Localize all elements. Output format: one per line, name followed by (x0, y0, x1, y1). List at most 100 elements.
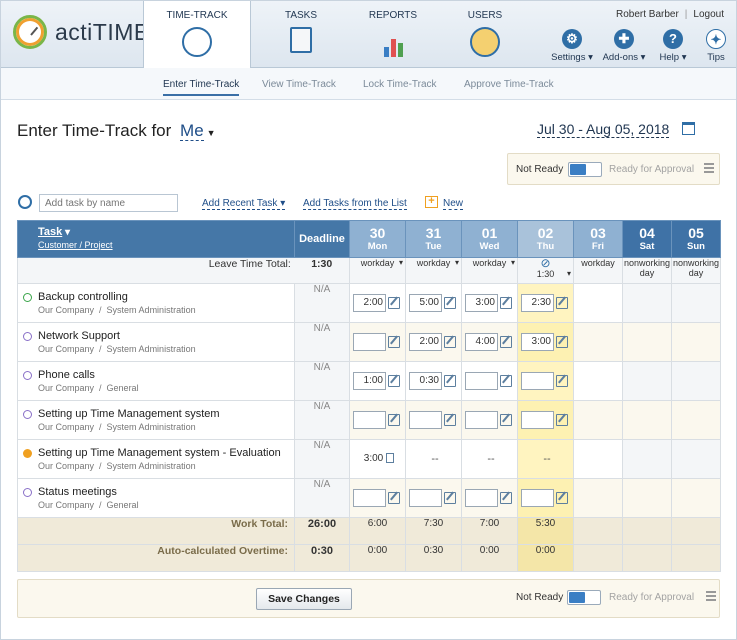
time-cell-empty (573, 322, 623, 362)
edit-comment-icon[interactable] (556, 492, 568, 504)
tab-reports[interactable]: REPORTS (353, 1, 433, 68)
project-sort-link[interactable]: Project (85, 240, 113, 250)
task-cell[interactable]: Backup controlling Our Company / System A… (17, 283, 295, 323)
deadline-cell: N/A (294, 283, 350, 323)
edit-comment-icon[interactable] (556, 414, 568, 426)
time-input[interactable] (409, 411, 442, 429)
edit-comment-icon[interactable] (444, 297, 456, 309)
tips-button[interactable]: ✦ Tips (694, 29, 737, 63)
user-name[interactable]: Robert Barber (616, 9, 679, 20)
add-ons-menu[interactable]: ✚ Add-ons ▾ (602, 29, 646, 63)
edit-comment-icon[interactable] (444, 414, 456, 426)
time-input[interactable] (353, 333, 386, 351)
tab-users[interactable]: USERS (445, 1, 525, 68)
time-input[interactable]: 2:30 (521, 294, 554, 312)
task-cell[interactable]: Setting up Time Management system Our Com… (17, 400, 295, 440)
calendar-icon[interactable] (682, 122, 695, 135)
edit-comment-icon[interactable] (444, 375, 456, 387)
help-menu[interactable]: ? Help ▾ (651, 29, 695, 63)
edit-comment-icon[interactable] (556, 297, 568, 309)
time-input[interactable] (521, 372, 554, 390)
edit-comment-icon[interactable] (388, 414, 400, 426)
task-name[interactable]: Phone calls (38, 369, 294, 381)
time-input[interactable]: 2:00 (353, 294, 386, 312)
edit-comment-icon[interactable] (388, 375, 400, 387)
task-name[interactable]: Backup controlling (38, 291, 294, 303)
overtime-day: 0:00 (461, 544, 518, 572)
task-column-header[interactable]: Task ▾ Customer / Project (17, 220, 295, 258)
time-input[interactable]: 3:00 (521, 333, 554, 351)
tab-tasks[interactable]: TASKS (261, 1, 341, 68)
subnav-enter-time-track[interactable]: Enter Time-Track (163, 79, 240, 96)
edit-comment-icon[interactable] (444, 336, 456, 348)
add-recent-task-link[interactable]: Add Recent Task ▾ (202, 198, 286, 210)
approval-toggle[interactable] (568, 162, 602, 177)
new-task-link[interactable]: New (443, 198, 464, 210)
comment-icon[interactable] (386, 453, 395, 464)
task-header-label[interactable]: Task (38, 226, 62, 238)
puzzle-icon: ✚ (614, 29, 634, 49)
time-input[interactable] (465, 372, 498, 390)
leave-type-select[interactable]: workday (405, 257, 462, 284)
time-cell-weekend (622, 361, 672, 401)
task-cell[interactable]: Network Support Our Company / System Admi… (17, 322, 295, 362)
task-customer-project: Our Company / System Administration (38, 422, 196, 432)
date-range-selector[interactable]: Jul 30 - Aug 05, 2018 (537, 121, 670, 138)
edit-comment-icon[interactable] (500, 492, 512, 504)
task-name[interactable]: Setting up Time Management system - Eval… (38, 447, 294, 459)
time-input[interactable] (465, 489, 498, 507)
new-task-icon[interactable]: + (425, 196, 438, 208)
time-input[interactable] (409, 489, 442, 507)
approval-toggle[interactable] (567, 590, 601, 605)
overtime-day: 0:00 (517, 544, 574, 572)
time-input[interactable]: 0:30 (409, 372, 442, 390)
edit-comment-icon[interactable] (500, 336, 512, 348)
edit-comment-icon[interactable] (388, 297, 400, 309)
task-name[interactable]: Setting up Time Management system (38, 408, 294, 420)
edit-comment-icon[interactable] (444, 492, 456, 504)
leave-type-select[interactable]: ⊘ 1:30 (517, 256, 574, 284)
edit-comment-icon[interactable] (556, 336, 568, 348)
time-input[interactable]: 1:00 (353, 372, 386, 390)
task-cell[interactable]: Status meetings Our Company / General (17, 478, 295, 518)
user-selector[interactable]: Me (180, 121, 204, 141)
time-input[interactable] (465, 411, 498, 429)
menu-icon[interactable] (704, 163, 714, 173)
time-input[interactable]: 4:00 (465, 333, 498, 351)
edit-comment-icon[interactable] (500, 297, 512, 309)
time-input[interactable]: 2:00 (409, 333, 442, 351)
edit-comment-icon[interactable] (556, 375, 568, 387)
help-icon: ? (663, 29, 683, 49)
app-logo[interactable]: actiTIME (13, 15, 150, 49)
subnav-view-time-track[interactable]: View Time-Track (262, 79, 336, 90)
work-total-day: 5:30 (517, 517, 574, 545)
subnav-approve-time-track[interactable]: Approve Time-Track (464, 79, 554, 90)
time-input[interactable]: 3:00 (465, 294, 498, 312)
add-tasks-from-list-link[interactable]: Add Tasks from the List (303, 198, 407, 210)
task-name[interactable]: Network Support (38, 330, 294, 342)
customer-sort-link[interactable]: Customer (38, 240, 77, 250)
task-cell[interactable]: Setting up Time Management system - Eval… (17, 439, 295, 479)
save-changes-button[interactable]: Save Changes (256, 588, 352, 610)
edit-comment-icon[interactable] (388, 492, 400, 504)
time-input[interactable] (353, 489, 386, 507)
time-input[interactable] (521, 489, 554, 507)
task-cell[interactable]: Phone calls Our Company / General (17, 361, 295, 401)
edit-comment-icon[interactable] (500, 375, 512, 387)
add-task-search-input[interactable] (39, 194, 178, 212)
menu-icon[interactable] (706, 591, 716, 601)
edit-comment-icon[interactable] (500, 414, 512, 426)
time-input[interactable]: 5:00 (409, 294, 442, 312)
tab-time-track[interactable]: TIME-TRACK (143, 1, 251, 69)
task-status-icon (23, 332, 32, 341)
edit-comment-icon[interactable] (388, 336, 400, 348)
settings-menu[interactable]: ⚙ Settings ▾ (550, 29, 594, 63)
logout-link[interactable]: Logout (693, 9, 724, 20)
subnav-lock-time-track[interactable]: Lock Time-Track (363, 79, 437, 90)
time-input[interactable] (353, 411, 386, 429)
leave-type-select[interactable]: workday (349, 257, 406, 284)
leave-type-select[interactable]: workday (461, 257, 518, 284)
leave-blocked-icon: ⊘ (540, 256, 551, 270)
task-name[interactable]: Status meetings (38, 486, 294, 498)
time-input[interactable] (521, 411, 554, 429)
